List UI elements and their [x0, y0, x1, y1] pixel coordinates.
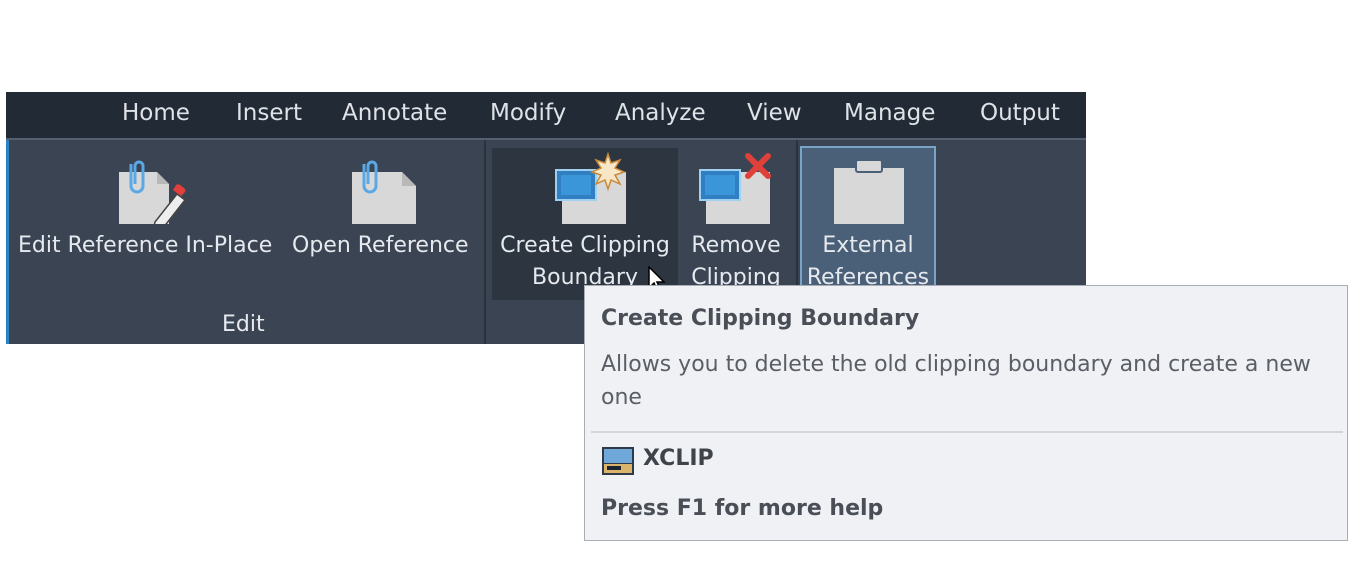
panel-accent-bar: [6, 140, 9, 344]
tab-insert[interactable]: Insert: [236, 100, 302, 126]
tab-output[interactable]: Output: [980, 100, 1060, 126]
paperclip-document-icon: [344, 152, 424, 228]
tab-home[interactable]: Home: [122, 100, 190, 126]
command-line-icon: [601, 446, 635, 480]
tab-annotate[interactable]: Annotate: [342, 100, 447, 126]
tooltip-title: Create Clipping Boundary: [601, 306, 920, 331]
tab-modify[interactable]: Modify: [490, 100, 566, 126]
external-references-label-line1: External: [822, 233, 914, 258]
external-references-button[interactable]: External References: [800, 142, 936, 302]
remove-clipping-label-line1: Remove: [691, 233, 781, 258]
edit-reference-in-place-label: Edit Reference In-Place: [18, 233, 273, 258]
edit-reference-in-place-button[interactable]: Edit Reference In-Place: [16, 142, 282, 302]
ribbon-tab-bar: Home Insert Annotate Modify Analyze View…: [6, 92, 1086, 138]
open-reference-label: Open Reference: [292, 233, 469, 258]
edit-panel-title: Edit: [222, 312, 265, 337]
panel-separator: [484, 140, 486, 344]
ribbon-divider: [6, 138, 1086, 140]
tab-manage[interactable]: Manage: [844, 100, 935, 126]
clipboard-icon: [830, 154, 910, 230]
remove-clipping-button[interactable]: Remove Clipping: [682, 142, 790, 302]
tooltip-help-text: Press F1 for more help: [601, 496, 884, 521]
tooltip-divider: [591, 431, 1343, 433]
tooltip-description: Allows you to delete the old clipping bo…: [601, 352, 1311, 410]
open-reference-button[interactable]: Open Reference: [288, 142, 478, 302]
tab-analyze[interactable]: Analyze: [615, 100, 706, 126]
remove-clip-icon: [696, 152, 776, 228]
create-clip-boundary-icon: [552, 151, 632, 228]
tooltip-command-name: XCLIP: [643, 446, 714, 471]
tab-view[interactable]: View: [747, 100, 802, 126]
create-clipping-boundary-label-line1: Create Clipping: [500, 233, 670, 258]
paperclip-document-pencil-icon: [111, 152, 191, 231]
tooltip: Create Clipping Boundary Allows you to d…: [584, 285, 1348, 541]
